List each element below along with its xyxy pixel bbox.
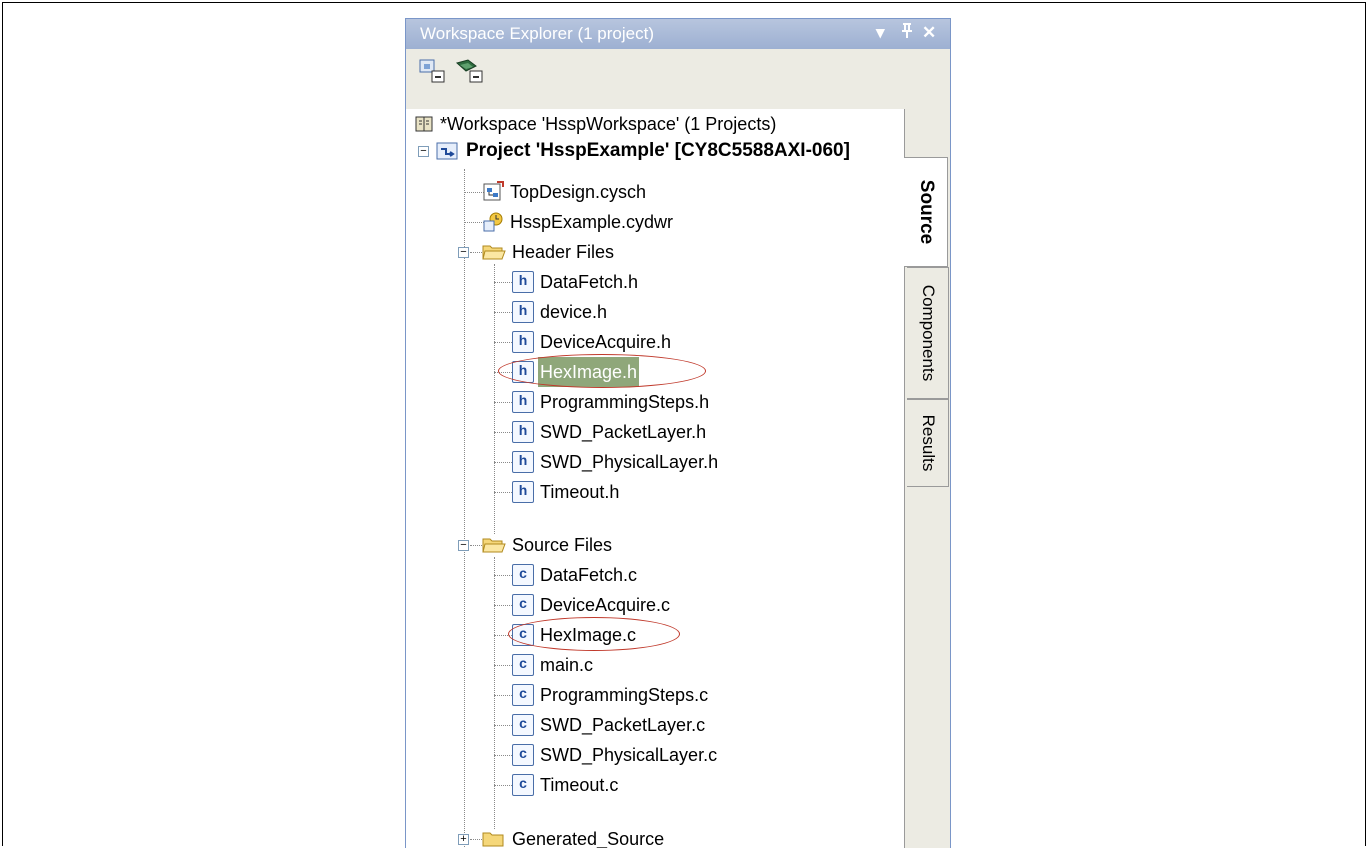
header-file-icon: h <box>512 391 534 413</box>
close-icon[interactable]: ✕ <box>922 23 936 43</box>
tree-line <box>470 839 482 840</box>
dropdown-icon[interactable]: ▾ <box>876 23 885 43</box>
tree-line <box>494 557 495 829</box>
tree-line <box>494 432 512 433</box>
tree-item-label: main.c <box>540 655 594 675</box>
tree-line <box>494 575 512 576</box>
tree-line <box>470 545 482 546</box>
tree-line <box>464 169 465 848</box>
tree-item-label: device.h <box>540 302 608 322</box>
tree-line <box>494 492 512 493</box>
tree-item-label: DataFetch.h <box>540 272 639 292</box>
vertical-tab-strip: Source Components Results <box>904 109 950 848</box>
explorer-toolbar <box>406 49 950 110</box>
project-tree: *Workspace 'HsspWorkspace' (1 Projects) … <box>406 109 904 848</box>
project-label: Project 'HsspExample' [CY8C5588AXI-060] <box>466 140 850 161</box>
tree-line <box>494 605 512 606</box>
tree-line <box>494 402 512 403</box>
tab-label: Components <box>918 284 938 382</box>
tree-item-label: SWD_PacketLayer.h <box>540 422 707 442</box>
collapse-source-files-toggle[interactable]: − <box>458 540 469 551</box>
tree-line <box>470 252 482 253</box>
tab-components[interactable]: Components <box>907 267 949 399</box>
tree-item-label: DeviceAcquire.c <box>540 595 671 615</box>
tree-item-label: SWD_PacketLayer.c <box>540 715 706 735</box>
header-file-icon: h <box>512 331 534 353</box>
tree-line <box>494 282 512 283</box>
header-file-icon: h <box>512 451 534 473</box>
header-file-icon: h <box>512 481 534 503</box>
tree-line <box>464 192 484 193</box>
tree-item-label: DeviceAcquire.h <box>540 332 672 352</box>
tree-line <box>494 785 512 786</box>
c-file-icon: c <box>512 564 534 586</box>
project-icon <box>436 140 458 162</box>
tree-line <box>494 264 495 534</box>
tree-item-label: HsspExample.cydwr <box>510 212 674 232</box>
tree-line <box>494 462 512 463</box>
schematic-icon <box>482 181 504 203</box>
tab-results[interactable]: Results <box>907 399 949 487</box>
tree-line <box>494 312 512 313</box>
tree-line <box>494 755 512 756</box>
c-file-icon: c <box>512 654 534 676</box>
c-file-icon: c <box>512 774 534 796</box>
folder-open-icon <box>482 534 506 556</box>
pin-icon[interactable] <box>900 23 914 44</box>
tree-item-label: ProgrammingSteps.h <box>540 392 710 412</box>
show-dependencies-icon[interactable] <box>416 57 452 85</box>
workspace-icon <box>414 113 436 135</box>
tree-item-label: Timeout.c <box>540 775 619 795</box>
panel-title: Workspace Explorer (1 project) <box>420 24 654 43</box>
panel-title-bar: Workspace Explorer (1 project) ▾ ✕ <box>406 19 950 49</box>
tree-item-label: ProgrammingSteps.c <box>540 685 709 705</box>
folder-label: Header Files <box>512 242 615 262</box>
header-file-icon: h <box>512 271 534 293</box>
annotation-circle-heximage-c <box>508 617 680 651</box>
c-file-icon: c <box>512 714 534 736</box>
expand-generated-source-toggle[interactable]: + <box>458 834 469 845</box>
tree-item-label: TopDesign.cysch <box>510 182 647 202</box>
tree-line <box>494 725 512 726</box>
hide-dependencies-icon[interactable] <box>454 57 490 85</box>
tab-label: Source <box>915 179 937 245</box>
workspace-explorer-panel: Workspace Explorer (1 project) ▾ ✕ *Work… <box>405 18 951 848</box>
folder-open-icon <box>482 241 506 263</box>
tree-item-label: DataFetch.c <box>540 565 638 585</box>
header-file-icon: h <box>512 421 534 443</box>
c-file-icon: c <box>512 684 534 706</box>
annotation-circle-heximage-h <box>498 354 706 388</box>
collapse-header-files-toggle[interactable]: − <box>458 247 469 258</box>
collapse-project-toggle[interactable]: − <box>418 146 429 157</box>
c-file-icon: c <box>512 744 534 766</box>
folder-icon <box>482 828 504 848</box>
design-wide-resources-icon <box>482 211 504 233</box>
tab-source[interactable]: Source <box>904 157 948 267</box>
tree-line <box>464 222 484 223</box>
folder-label: Source Files <box>512 535 613 555</box>
tree-item-label: Timeout.h <box>540 482 620 502</box>
header-file-icon: h <box>512 301 534 323</box>
tree-line <box>494 695 512 696</box>
workspace-label: *Workspace 'HsspWorkspace' (1 Projects) <box>440 114 777 134</box>
folder-label: Generated_Source <box>512 829 665 848</box>
c-file-icon: c <box>512 594 534 616</box>
tree-line <box>494 342 512 343</box>
tree-item-label: SWD_PhysicalLayer.c <box>540 745 718 765</box>
tree-line <box>494 665 512 666</box>
tab-label: Results <box>918 414 938 472</box>
tree-item-label: SWD_PhysicalLayer.h <box>540 452 719 472</box>
